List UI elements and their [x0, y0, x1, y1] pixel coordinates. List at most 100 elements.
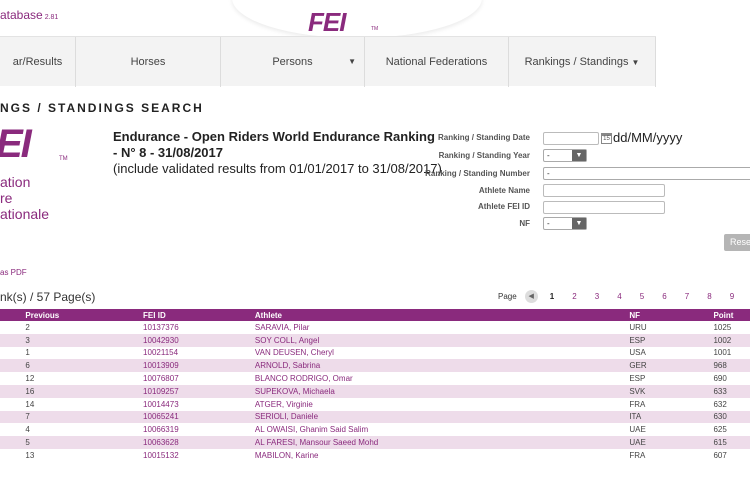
date-input[interactable] [543, 132, 599, 145]
federation-logo: EI TM ation re ationale [0, 122, 80, 228]
ranking-header: Endurance - Open Riders World Endurance … [113, 129, 453, 177]
fei-id-link[interactable]: 10065241 [140, 410, 252, 424]
rank-cell [0, 346, 23, 360]
athlete-link[interactable]: AL FARESI, Mansour Saeed Mohd [251, 436, 627, 449]
points-cell: 625 [710, 423, 750, 437]
athlete-link[interactable]: MABILON, Karine [251, 448, 627, 462]
nf-cell: ESP [626, 333, 711, 347]
ranking-subtitle: (include validated results from 01/01/20… [113, 161, 442, 176]
rank-cell [0, 397, 23, 411]
calendar-icon[interactable]: 15 [601, 133, 612, 144]
chevron-down-icon: ▼ [348, 57, 356, 66]
export-pdf-link[interactable]: as PDF [0, 268, 27, 277]
table-row: 3 10042930 SOY COLL, Angel ESP 1002 [0, 333, 750, 347]
logo-trademark: TM [371, 26, 379, 32]
nav-item-label: Persons [272, 56, 313, 68]
previous-cell: 4 [22, 423, 141, 437]
previous-cell: 3 [22, 333, 141, 347]
athlete-link[interactable]: SERIOLI, Daniele [251, 410, 627, 424]
previous-cell: 12 [22, 372, 141, 385]
table-row: 14 10014473 ATGER, Virginie FRA 632 [0, 397, 750, 411]
athlete-name-label: Athlete Name [478, 186, 530, 195]
page-link[interactable]: 7 [685, 292, 708, 301]
athlete-link[interactable]: VAN DEUSEN, Cheryl [251, 346, 627, 360]
fei-id-link[interactable]: 10015132 [140, 448, 252, 462]
number-select-value: - [547, 169, 550, 178]
column-header-fei-id[interactable]: FEI ID [140, 309, 252, 321]
nf-label: NF [519, 219, 530, 228]
table-row: 12 10076807 BLANCO RODRIGO, Omar ESP 690 [0, 372, 750, 385]
athlete-link[interactable]: AL OWAISI, Ghanim Said Salim [251, 423, 627, 437]
fei-id-link[interactable]: 10021154 [140, 346, 252, 360]
points-cell: 690 [710, 372, 750, 385]
nav-item-rankings[interactable]: Rankings / Standings ▼ [509, 37, 656, 87]
athlete-link[interactable]: SARAVIA, Pilar [251, 321, 627, 334]
chevron-down-icon: ▼ [631, 57, 640, 67]
points-cell: 1001 [710, 346, 750, 360]
table-row: 16 10109257 SUPEKOVA, Michaela SVK 633 [0, 384, 750, 398]
athlete-link[interactable]: BLANCO RODRIGO, Omar [251, 372, 627, 385]
points-cell: 630 [710, 410, 750, 424]
fei-id-link[interactable]: 10014473 [140, 397, 252, 411]
points-cell: 632 [710, 397, 750, 411]
athlete-link[interactable]: ARNOLD, Sabrina [251, 359, 627, 373]
fei-id-link[interactable]: 10063628 [140, 436, 252, 449]
athlete-link[interactable]: SUPEKOVA, Michaela [251, 384, 627, 398]
column-header-previous[interactable]: Previous [22, 309, 141, 321]
date-label: Ranking / Standing Date [437, 133, 530, 142]
nav-item-label: National Federations [385, 56, 488, 68]
page-link[interactable]: 8 [707, 292, 730, 301]
athlete-link[interactable]: ATGER, Virginie [251, 397, 627, 411]
logo-line: re [0, 190, 13, 206]
database-title[interactable]: atabase 2.81 [0, 8, 58, 22]
previous-page-icon[interactable]: ◀ [524, 289, 538, 303]
table-row: 2 10137376 SARAVIA, Pilar URU 1025 [0, 321, 750, 334]
ranking-title: Endurance - Open Riders World Endurance … [113, 129, 435, 144]
athlete-id-input[interactable] [543, 201, 665, 214]
nav-item-label: Horses [130, 56, 166, 68]
page-link[interactable]: 9 [730, 292, 750, 301]
page-link[interactable]: 3 [595, 292, 618, 301]
column-header-athlete[interactable]: Athlete [251, 309, 627, 321]
fei-id-link[interactable]: 10013909 [140, 359, 252, 373]
reset-button[interactable]: Rese [724, 234, 750, 251]
nf-select[interactable]: - ▼ [543, 217, 587, 230]
athlete-id-label: Athlete FEI ID [477, 202, 530, 211]
nf-cell: ITA [626, 410, 711, 424]
column-header-rank[interactable] [0, 309, 23, 321]
table-header-row: Previous FEI ID Athlete NF Point [0, 309, 750, 321]
fei-logo[interactable]: FEI [308, 7, 346, 38]
nav-item-persons[interactable]: Persons ▼ [221, 37, 365, 87]
column-header-nf[interactable]: NF [626, 309, 711, 321]
page-link[interactable]: 2 [572, 292, 595, 301]
nav-item-label: Rankings / Standings [524, 56, 629, 68]
athlete-link[interactable]: SOY COLL, Angel [251, 333, 627, 347]
column-header-points[interactable]: Point [710, 309, 750, 321]
page-link[interactable]: 5 [640, 292, 663, 301]
previous-cell: 13 [22, 448, 141, 462]
nav-item-results[interactable]: ar/Results [0, 37, 76, 87]
number-select[interactable]: - [543, 167, 750, 180]
page-link[interactable]: 6 [662, 292, 685, 301]
year-select[interactable]: - ▼ [543, 149, 587, 162]
database-title-text: atabase [0, 8, 43, 22]
rank-cell [0, 321, 23, 334]
previous-cell: 5 [22, 436, 141, 449]
fei-id-link[interactable]: 10042930 [140, 333, 252, 347]
nav-item-label: ar/Results [12, 56, 63, 68]
points-cell: 1002 [710, 333, 750, 347]
nf-cell: USA [626, 346, 711, 360]
ranking-table: Previous FEI ID Athlete NF Point 2 101373… [0, 309, 750, 462]
nav-item-national-federations[interactable]: National Federations [365, 37, 509, 87]
fei-id-link[interactable]: 10066319 [140, 423, 252, 437]
fei-id-link[interactable]: 10109257 [140, 384, 252, 398]
page-link[interactable]: 4 [617, 292, 640, 301]
athlete-name-input[interactable] [543, 184, 665, 197]
logo-line: ation [0, 174, 31, 190]
nav-item-horses[interactable]: Horses [76, 37, 221, 87]
fei-id-link[interactable]: 10137376 [140, 321, 252, 334]
previous-cell: 16 [22, 384, 141, 398]
fei-id-link[interactable]: 10076807 [140, 372, 252, 385]
page-link[interactable]: 1 [550, 292, 573, 301]
previous-cell: 2 [22, 321, 141, 334]
